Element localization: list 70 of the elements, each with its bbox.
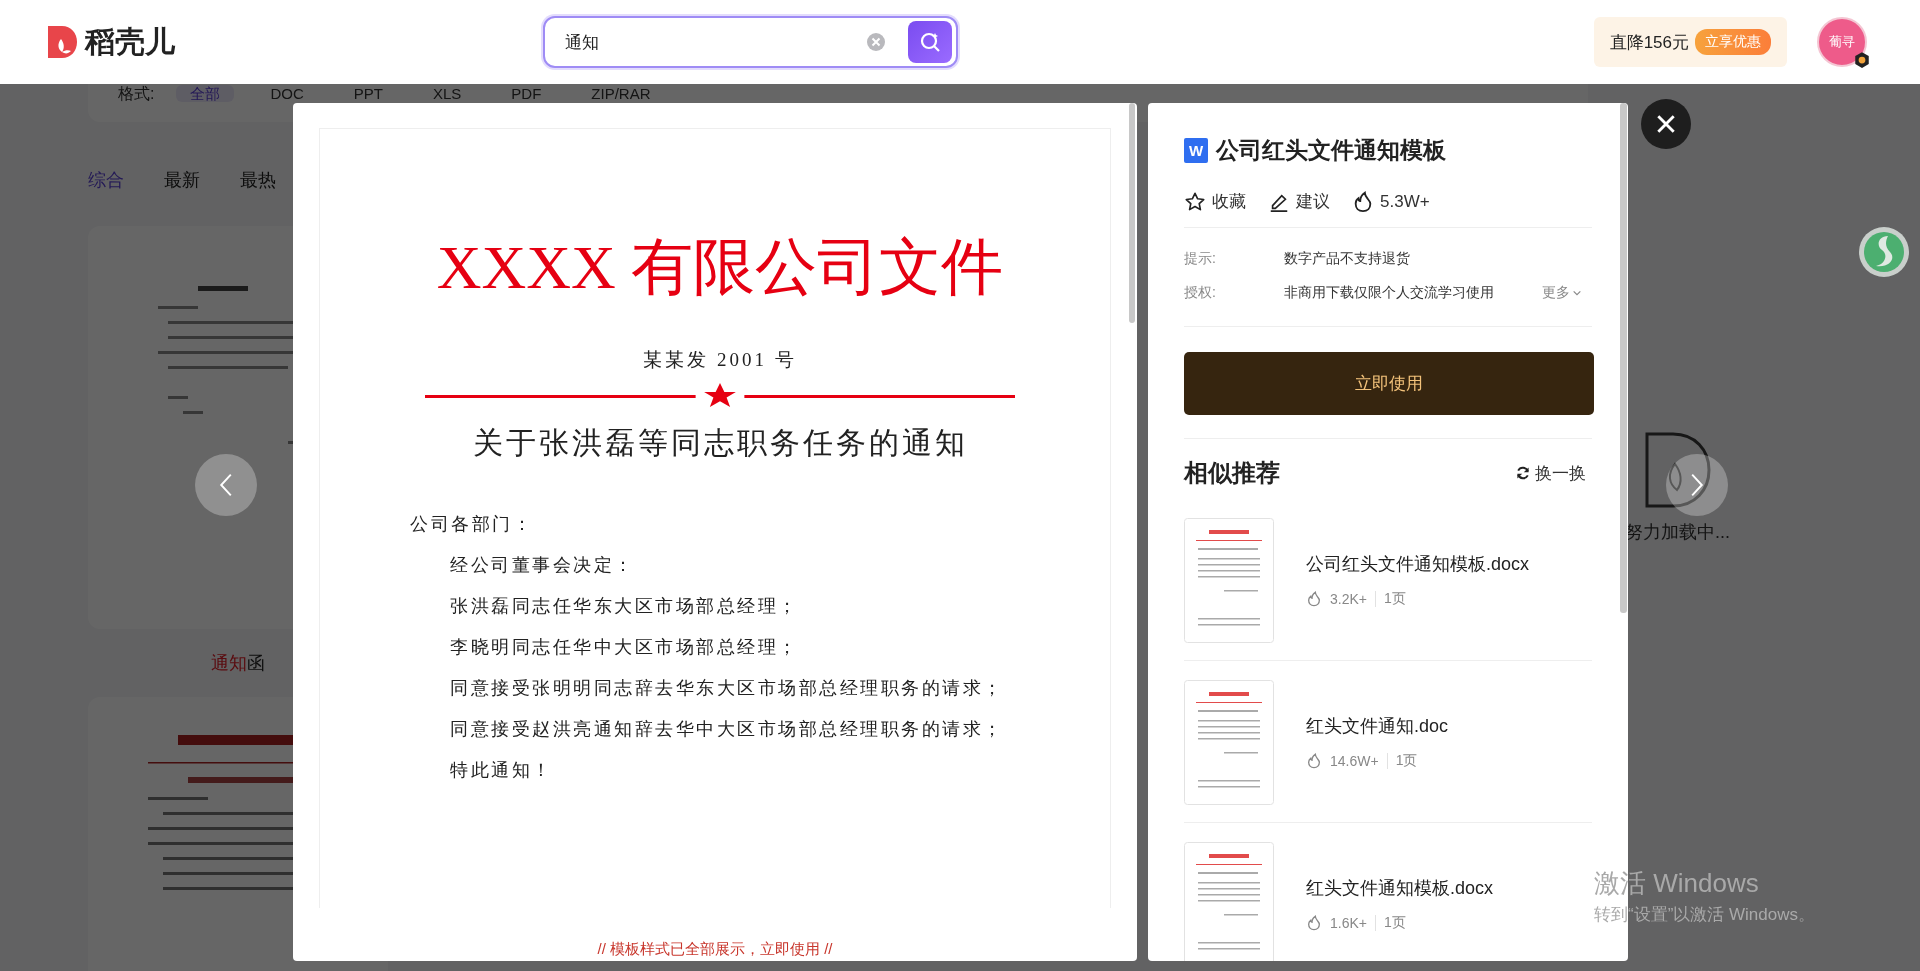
refresh-icon <box>1515 465 1531 481</box>
sort-tab[interactable]: 最新 <box>164 168 200 192</box>
page-count: 1页 <box>1384 914 1406 932</box>
chevron-down-icon <box>1572 288 1582 298</box>
document-paragraph: 李晓明同志任华中大区市场部总经理； <box>450 635 799 659</box>
scrollbar[interactable] <box>1129 103 1135 323</box>
refresh-button[interactable]: 换一换 <box>1515 461 1586 485</box>
use-now-button[interactable]: 立即使用 <box>1184 352 1594 415</box>
scrollbar[interactable] <box>1620 103 1627 613</box>
info-value: 非商用下载仅限个人交流学习使用 <box>1284 284 1494 302</box>
document-number: 某某发 2001 号 <box>642 347 798 372</box>
format-filter-option[interactable]: ZIP/RAR <box>577 85 665 102</box>
document-paragraph: 同意接受张明明同志辞去华东大区市场部总经理职务的请求； <box>450 676 1004 700</box>
activation-notice-text: 转到“设置”以激活 Windows。 <box>1594 904 1815 926</box>
format-filter-option[interactable]: PPT <box>339 85 397 102</box>
document-paragraph: 同意接受赵洪亮通知辞去华中大区市场部总经理职务的请求； <box>450 717 1004 741</box>
download-count: 14.6W+ <box>1330 753 1379 769</box>
preview-end-note[interactable]: // 模板样式已全部展示，立即使用 // <box>293 940 1137 959</box>
filter-label: 格式: <box>118 85 155 102</box>
page-count: 1页 <box>1395 752 1418 770</box>
format-filter-option[interactable]: PDF <box>497 85 556 102</box>
search-field[interactable]: 通知 <box>543 16 958 68</box>
close-icon <box>1655 113 1677 135</box>
download-count: 1.6K+ <box>1330 915 1367 931</box>
vip-badge-icon <box>1853 51 1871 69</box>
download-count: 3.2K+ <box>1330 591 1367 607</box>
action-label[interactable]: 建议 <box>1296 190 1330 213</box>
flame-icon <box>1306 915 1322 931</box>
info-label: 提示: <box>1184 250 1217 268</box>
chevron-left-icon <box>218 472 234 498</box>
more-link[interactable]: 更多 <box>1542 284 1582 302</box>
flame-icon <box>1306 591 1322 607</box>
flame-icon <box>1352 190 1374 213</box>
page-count: 1页 <box>1384 590 1406 608</box>
search-button[interactable] <box>908 21 952 63</box>
promo-text: 直降156元 <box>1609 31 1689 54</box>
section-heading: 相似推荐 <box>1184 458 1280 488</box>
star-icon[interactable] <box>1184 190 1206 213</box>
close-button[interactable] <box>1641 99 1691 149</box>
recommendation-title[interactable]: 红头文件通知模板.docx <box>1306 876 1494 900</box>
format-filter-option[interactable]: DOC <box>256 85 318 102</box>
format-filter-option[interactable]: XLS <box>419 85 476 102</box>
document-salutation: 公司各部门： <box>410 512 534 536</box>
template-title[interactable]: 通知函 <box>211 651 265 675</box>
avatar[interactable]: 葡寻 <box>1817 17 1867 67</box>
document-paragraph: 张洪磊同志任华东大区市场部总经理； <box>450 594 799 618</box>
info-value: 数字产品不支持退货 <box>1284 250 1410 268</box>
document-title: 关于张洪磊等同志职务任务的通知 <box>471 424 969 461</box>
search-input[interactable]: 通知 <box>563 31 866 53</box>
info-label: 授权: <box>1184 284 1217 302</box>
action-label: 5.3W+ <box>1380 191 1430 212</box>
document-thumbnail-drawing[interactable] <box>1184 841 1274 961</box>
template-title: 公司红头文件通知模板 <box>1216 136 1446 165</box>
logo-text[interactable]: 稻壳儿 <box>85 21 175 63</box>
word-file-icon: W <box>1184 138 1208 163</box>
search-icon <box>918 30 942 54</box>
recommendation-title[interactable]: 公司红头文件通知模板.docx <box>1306 552 1530 576</box>
action-label[interactable]: 收藏 <box>1212 190 1246 213</box>
promo-banner[interactable]: 直降156元 立享优惠 <box>1593 17 1787 67</box>
floating-assistant-icon[interactable] <box>1858 226 1910 278</box>
document-thumbnail-drawing[interactable] <box>1184 679 1274 805</box>
promo-badge: 立享优惠 <box>1695 29 1771 55</box>
document-heading: XXXX 有限公司文件 <box>435 232 1005 303</box>
chevron-right-icon <box>1689 472 1705 498</box>
document-paragraph: 特此通知！ <box>450 758 553 782</box>
recommendation-title[interactable]: 红头文件通知.doc <box>1306 714 1449 738</box>
document-thumbnail-drawing[interactable] <box>1184 517 1274 643</box>
flame-icon <box>1306 753 1322 769</box>
document-paragraph: 经公司董事会决定： <box>450 553 635 577</box>
sort-tab[interactable]: 最热 <box>240 168 276 192</box>
